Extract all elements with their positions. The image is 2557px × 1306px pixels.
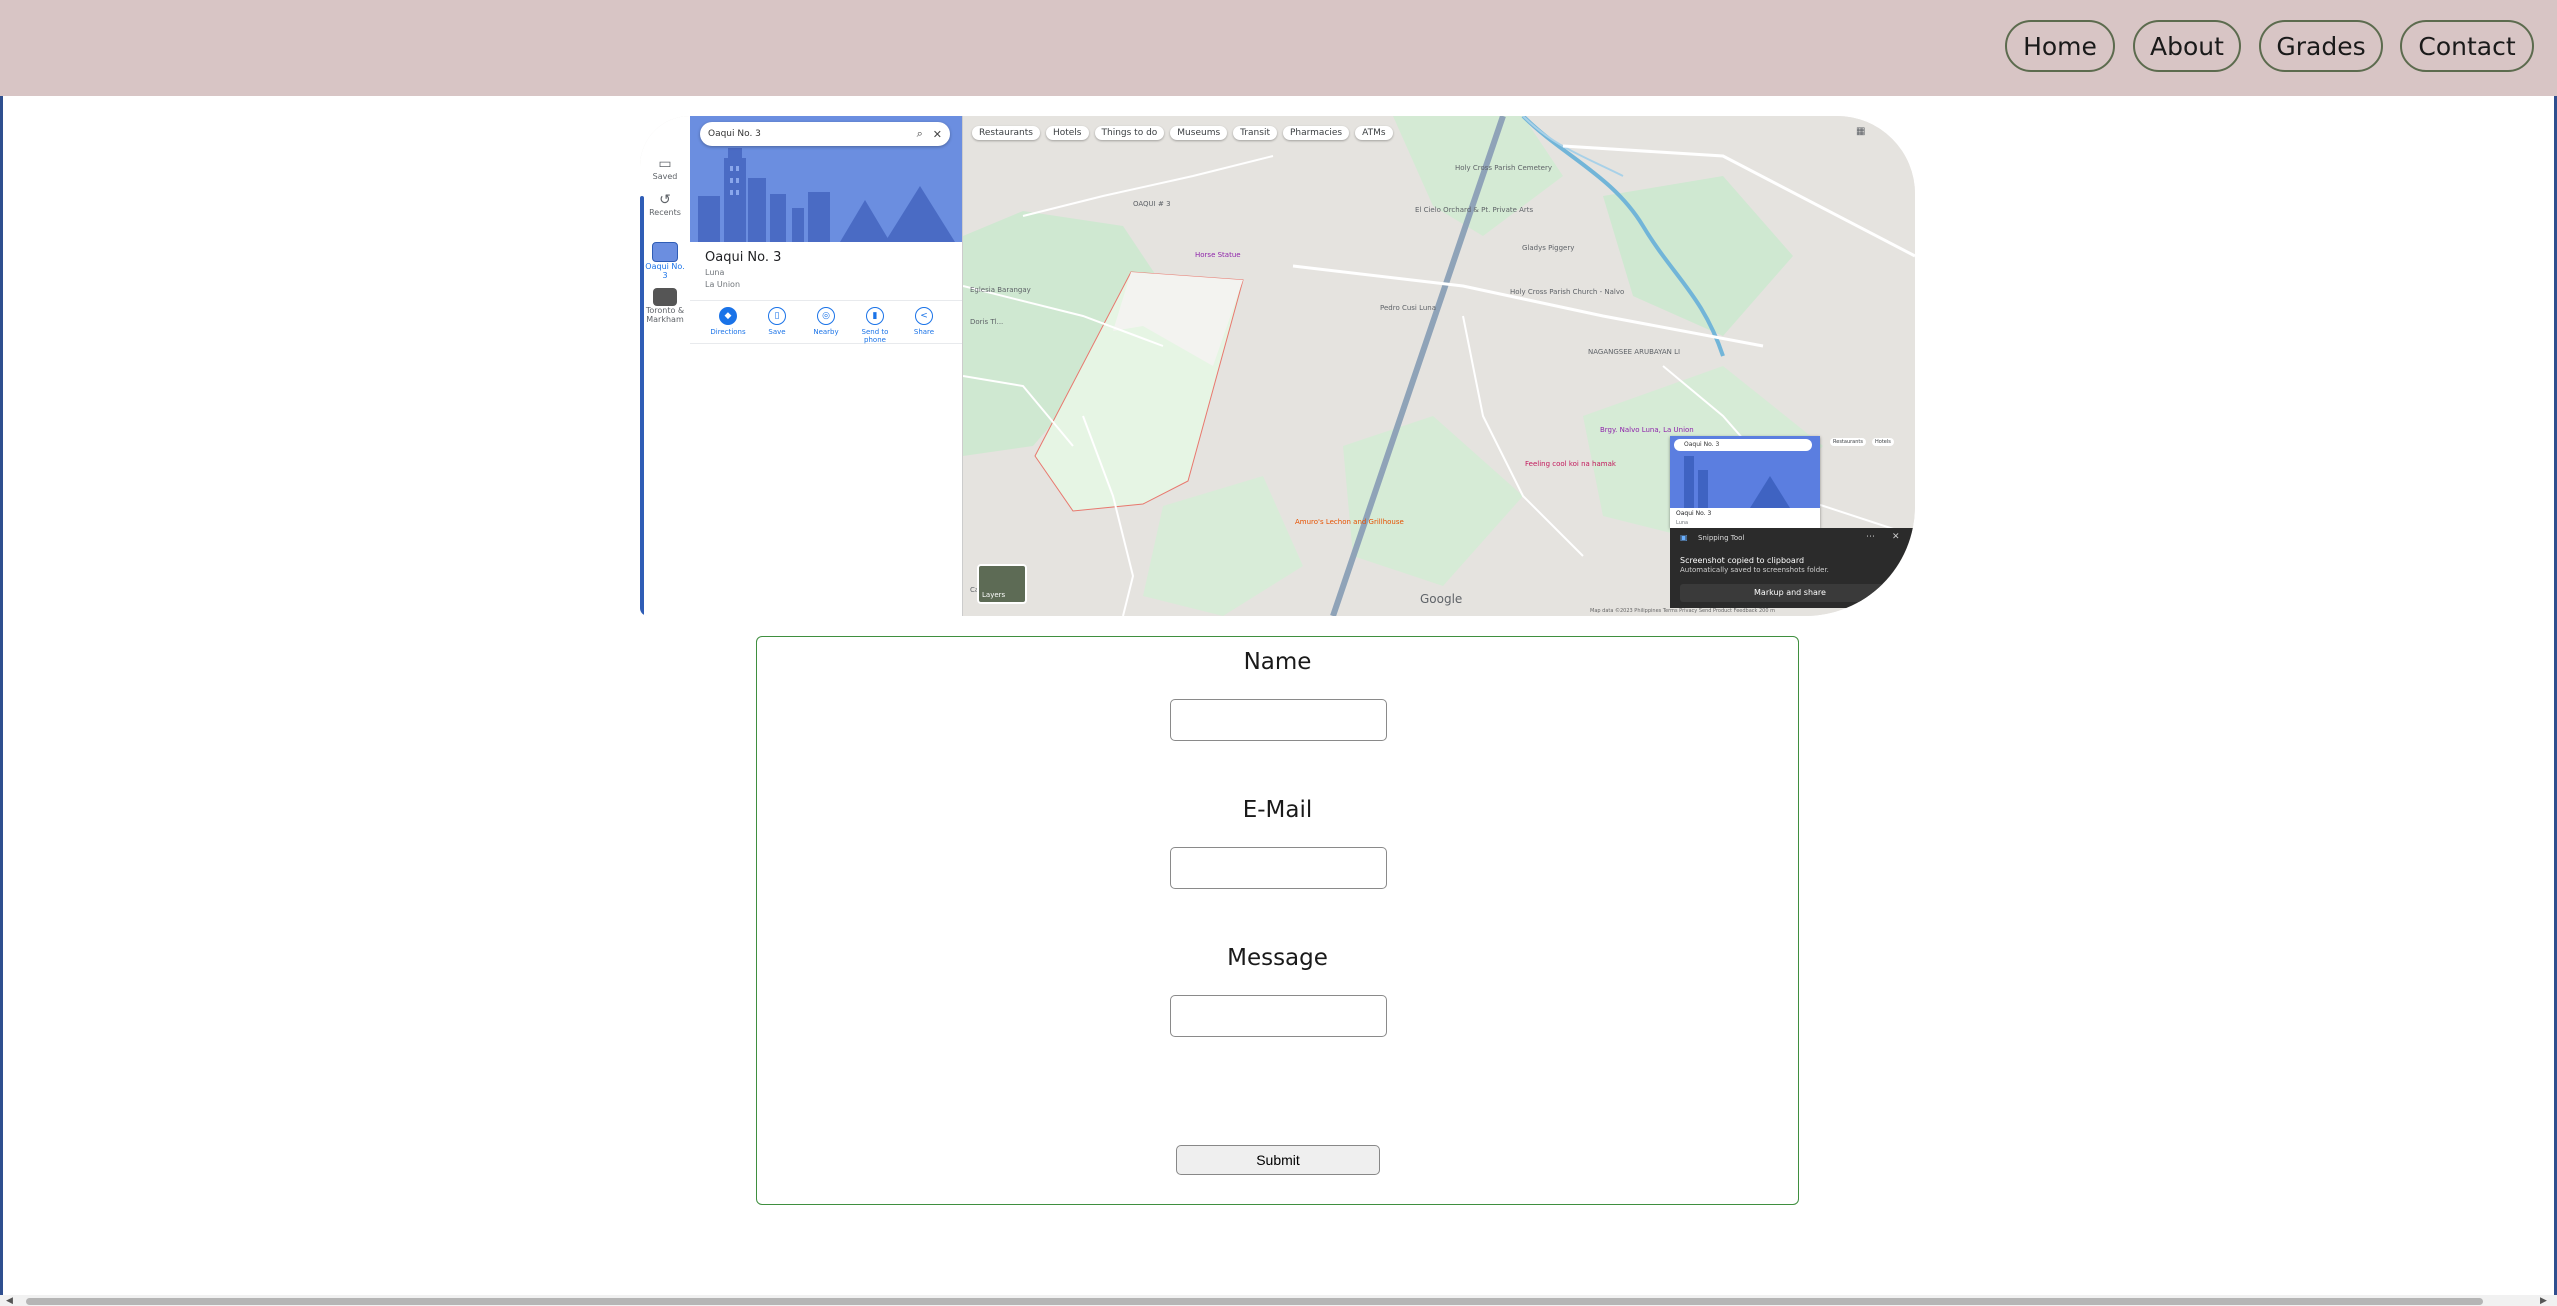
scroll-left-arrow-icon[interactable]: ◀ bbox=[6, 1296, 13, 1306]
poi-feeling-cool: Feeling cool koi na hamak bbox=[1525, 460, 1616, 468]
action-directions: ◆ Directions bbox=[704, 307, 752, 336]
poi-pedro-cusi: Pedro Cusi Luna bbox=[1380, 304, 1437, 312]
more-icon: ⋯ bbox=[1866, 532, 1875, 542]
snip-title: Snipping Tool bbox=[1698, 534, 1745, 542]
bookmark-icon: ▭ bbox=[658, 156, 672, 172]
chip-museums: Museums bbox=[1170, 126, 1228, 140]
rail-accent bbox=[640, 196, 644, 616]
mini-search-box: Oaqui No. 3 bbox=[1674, 439, 1812, 451]
window-frame-left bbox=[0, 0, 3, 1306]
action-save-label: Save bbox=[768, 328, 786, 336]
bookmark-icon: ▯ bbox=[768, 307, 786, 325]
snipping-tool-notification: ▣ Snipping Tool ⋯ ✕ Screenshot copied to… bbox=[1670, 528, 1915, 608]
nav-contact-button[interactable]: Contact bbox=[2400, 20, 2534, 72]
poi-doris: Doris Tl... bbox=[970, 318, 1004, 326]
action-nearby-label: Nearby bbox=[813, 328, 839, 336]
place-title: Oaqui No. 3 bbox=[705, 250, 782, 265]
mini-hero-image: Oaqui No. 3 bbox=[1670, 436, 1820, 508]
scroll-right-arrow-icon[interactable]: ▶ bbox=[2540, 1296, 2547, 1306]
place-subtitle-1: Luna bbox=[705, 268, 725, 277]
place-hero-image: Oaqui No. 3 ⌕ ✕ bbox=[690, 116, 962, 242]
message-label: Message bbox=[1227, 945, 1328, 971]
poi-amuro: Amuro's Lechon and Grillhouse bbox=[1295, 518, 1404, 526]
poi-el-cielo: El Cielo Orchard & Pt. Private Arts bbox=[1415, 206, 1534, 214]
chip-things-to-do: Things to do bbox=[1094, 126, 1165, 140]
layers-label: Layers bbox=[982, 591, 1006, 599]
place-thumbnail-icon bbox=[652, 242, 678, 262]
name-input[interactable] bbox=[1170, 699, 1387, 741]
action-share-label: Share bbox=[913, 328, 935, 336]
action-share: < Share bbox=[900, 307, 948, 336]
nav-about-button[interactable]: About bbox=[2133, 20, 2241, 72]
chip-pharmacies: Pharmacies bbox=[1282, 126, 1350, 140]
share-icon: < bbox=[915, 307, 933, 325]
apps-grid-icon: ▦ bbox=[1856, 126, 1866, 137]
close-icon: ✕ bbox=[932, 127, 942, 141]
snip-message: Screenshot copied to clipboard bbox=[1680, 556, 1805, 565]
mini-chip-hotels: Hotels bbox=[1872, 438, 1894, 446]
message-input[interactable] bbox=[1170, 995, 1387, 1037]
rail-saved: ▭ Saved bbox=[642, 156, 688, 181]
rail-place-toronto: Toronto & Markham bbox=[642, 288, 688, 324]
poi-gladys-piggery: Gladys Piggery bbox=[1522, 244, 1575, 252]
category-chips: Restaurants Hotels Things to do Museums … bbox=[972, 126, 1393, 140]
mini-maps-thumbnail: Oaqui No. 3 Oaqui No. 3 Luna bbox=[1670, 436, 1820, 528]
nav-home-button[interactable]: Home bbox=[2005, 20, 2115, 72]
poi-horse-statue: Horse Statue bbox=[1195, 251, 1241, 259]
embedded-map-screenshot: ▭ Saved ↺ Recents Oaqui No. 3 Toronto & … bbox=[640, 116, 1915, 616]
chip-hotels: Hotels bbox=[1045, 126, 1089, 140]
chip-transit: Transit bbox=[1233, 126, 1277, 140]
poi-brgy-nalvo: Brgy. Nalvo Luna, La Union bbox=[1600, 426, 1694, 434]
maps-search-text: Oaqui No. 3 bbox=[708, 129, 761, 139]
poi-holy-cross-cemetery: Holy Cross Parish Cemetery bbox=[1455, 164, 1552, 172]
horizontal-scrollbar[interactable]: ◀ ▶ bbox=[0, 1295, 2557, 1306]
nearby-icon: ◎ bbox=[817, 307, 835, 325]
poi-nagangsee: NAGANGSEE ARUBAYAN LI bbox=[1588, 348, 1681, 356]
maps-search-box: Oaqui No. 3 ⌕ ✕ bbox=[700, 122, 950, 146]
mini-title: Oaqui No. 3 bbox=[1676, 510, 1712, 517]
layers-button: Layers bbox=[977, 564, 1027, 604]
place-subtitle-2: La Union bbox=[705, 280, 741, 289]
rail-saved-label: Saved bbox=[652, 172, 678, 181]
top-navigation-bar: Home About Grades Contact bbox=[0, 0, 2557, 96]
name-label: Name bbox=[1243, 649, 1312, 675]
nav-grades-button[interactable]: Grades bbox=[2259, 20, 2383, 72]
place-panel: Oaqui No. 3 ⌕ ✕ Oaqui No. 3 Luna La Unio… bbox=[690, 116, 963, 616]
markup-and-share-button: Markup and share bbox=[1680, 584, 1900, 602]
submit-button[interactable]: Submit bbox=[1176, 1145, 1380, 1175]
chip-atms: ATMs bbox=[1355, 126, 1393, 140]
poi-holy-cross-church: Holy Cross Parish Church - Nalvo bbox=[1510, 288, 1625, 296]
place-thumbnail-icon bbox=[653, 288, 677, 306]
history-icon: ↺ bbox=[659, 192, 671, 208]
rail-recents-label: Recents bbox=[649, 208, 681, 217]
rail-place-oaqui: Oaqui No. 3 bbox=[642, 242, 688, 280]
rail-place2-label: Toronto & Markham bbox=[645, 306, 685, 324]
maps-side-rail: ▭ Saved ↺ Recents Oaqui No. 3 Toronto & … bbox=[640, 116, 691, 616]
poi-eglesia: Eglesia Barangay bbox=[970, 286, 1031, 294]
rail-recents: ↺ Recents bbox=[642, 192, 688, 217]
scrollbar-thumb[interactable] bbox=[26, 1298, 2483, 1305]
action-directions-label: Directions bbox=[710, 328, 746, 336]
rail-place1-label: Oaqui No. 3 bbox=[645, 262, 685, 280]
google-logo: Google bbox=[1420, 592, 1463, 606]
snip-detail: Automatically saved to screenshots folde… bbox=[1680, 566, 1829, 574]
chip-restaurants: Restaurants bbox=[972, 126, 1040, 140]
email-input[interactable] bbox=[1170, 847, 1387, 889]
action-nearby: ◎ Nearby bbox=[802, 307, 850, 336]
map-footer: Map data ©2023 Philippines Terms Privacy… bbox=[1590, 608, 1775, 614]
close-icon: ✕ bbox=[1892, 532, 1900, 542]
snipping-tool-icon: ▣ bbox=[1680, 533, 1688, 542]
email-label: E-Mail bbox=[1242, 797, 1313, 823]
phone-icon: ▮ bbox=[866, 307, 884, 325]
poi-oaqui: OAQUI # 3 bbox=[1133, 200, 1171, 208]
mini-subtitle: Luna bbox=[1676, 520, 1689, 526]
search-icon: ⌕ bbox=[916, 127, 923, 140]
place-action-row: ◆ Directions ▯ Save ◎ Nearby ▮ Send to p… bbox=[690, 300, 962, 344]
action-send-label: Send to phone bbox=[861, 328, 889, 344]
directions-icon: ◆ bbox=[719, 307, 737, 325]
mini-chip-restaurants: Restaurants bbox=[1830, 438, 1866, 446]
action-send-to-phone: ▮ Send to phone bbox=[851, 307, 899, 344]
action-save: ▯ Save bbox=[753, 307, 801, 336]
contact-form: Name E-Mail Message Submit bbox=[756, 636, 1799, 1205]
